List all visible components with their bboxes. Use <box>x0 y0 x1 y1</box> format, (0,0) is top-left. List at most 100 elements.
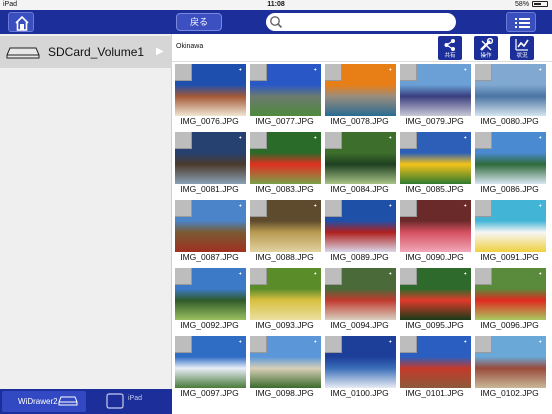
file-thumbnail[interactable]: ✦ <box>400 132 471 184</box>
select-checkbox[interactable] <box>175 268 192 285</box>
file-item[interactable]: ✦ IMG_0102.JPG <box>472 334 547 402</box>
file-item[interactable]: ✦ IMG_0085.JPG <box>397 130 472 198</box>
select-checkbox[interactable] <box>475 64 492 81</box>
file-thumbnail[interactable]: ✦ <box>325 64 396 116</box>
file-item[interactable]: ✦ IMG_0078.JPG <box>322 62 397 130</box>
file-item[interactable]: ✦ IMG_0091.JPG <box>472 198 547 266</box>
file-thumbnail[interactable]: ✦ <box>250 132 321 184</box>
file-item[interactable]: ✦ IMG_0080.JPG <box>472 62 547 130</box>
select-checkbox[interactable] <box>475 336 492 353</box>
photo-watermark-icon: ✦ <box>538 203 542 208</box>
file-thumbnail[interactable]: ✦ <box>400 200 471 252</box>
chart-icon <box>515 39 529 51</box>
select-checkbox[interactable] <box>325 64 342 81</box>
file-thumbnail[interactable]: ✦ <box>475 336 546 388</box>
select-checkbox[interactable] <box>475 200 492 217</box>
select-checkbox[interactable] <box>250 336 267 353</box>
file-thumbnail[interactable]: ✦ <box>400 64 471 116</box>
file-item[interactable]: ✦ IMG_0100.JPG <box>322 334 397 402</box>
list-menu-button[interactable] <box>506 12 536 32</box>
file-item[interactable]: ✦ IMG_0081.JPG <box>172 130 247 198</box>
select-checkbox[interactable] <box>400 64 417 81</box>
select-checkbox[interactable] <box>175 132 192 149</box>
chevron-right-icon: ▶ <box>156 46 164 57</box>
file-name: IMG_0097.JPG <box>180 388 239 398</box>
file-item[interactable]: ✦ IMG_0098.JPG <box>247 334 322 402</box>
select-checkbox[interactable] <box>400 336 417 353</box>
photo-watermark-icon: ✦ <box>388 135 392 140</box>
file-item[interactable]: ✦ IMG_0087.JPG <box>172 198 247 266</box>
photo-watermark-icon: ✦ <box>538 135 542 140</box>
file-thumbnail[interactable]: ✦ <box>325 200 396 252</box>
operation-button[interactable]: 操作 <box>474 36 498 60</box>
file-item[interactable]: ✦ IMG_0089.JPG <box>322 198 397 266</box>
file-thumbnail[interactable]: ✦ <box>400 268 471 320</box>
select-checkbox[interactable] <box>325 268 342 285</box>
file-name: IMG_0101.JPG <box>405 388 464 398</box>
file-item[interactable]: ✦ IMG_0083.JPG <box>247 130 322 198</box>
select-checkbox[interactable] <box>175 200 192 217</box>
photo-watermark-icon: ✦ <box>388 203 392 208</box>
file-item[interactable]: ✦ IMG_0088.JPG <box>247 198 322 266</box>
select-checkbox[interactable] <box>250 132 267 149</box>
file-item[interactable]: ✦ IMG_0079.JPG <box>397 62 472 130</box>
file-thumbnail[interactable]: ✦ <box>475 132 546 184</box>
back-button[interactable]: 戻る <box>176 13 222 31</box>
file-name: IMG_0100.JPG <box>330 388 389 398</box>
file-thumbnail[interactable]: ✦ <box>400 336 471 388</box>
sidebar-item-sdcard[interactable]: SDCard_Volume1 ▶ <box>0 36 172 68</box>
file-item[interactable]: ✦ IMG_0095.JPG <box>397 266 472 334</box>
file-thumbnail[interactable]: ✦ <box>175 336 246 388</box>
file-item[interactable]: ✦ IMG_0094.JPG <box>322 266 397 334</box>
file-thumbnail[interactable]: ✦ <box>250 268 321 320</box>
file-thumbnail[interactable]: ✦ <box>175 268 246 320</box>
file-thumbnail[interactable]: ✦ <box>475 64 546 116</box>
select-checkbox[interactable] <box>325 132 342 149</box>
select-checkbox[interactable] <box>250 268 267 285</box>
select-checkbox[interactable] <box>400 132 417 149</box>
file-thumbnail[interactable]: ✦ <box>325 336 396 388</box>
file-item[interactable]: ✦ IMG_0101.JPG <box>397 334 472 402</box>
photo-watermark-icon: ✦ <box>463 339 467 344</box>
photo-watermark-icon: ✦ <box>238 135 242 140</box>
file-item[interactable]: ✦ IMG_0093.JPG <box>247 266 322 334</box>
select-checkbox[interactable] <box>400 200 417 217</box>
file-item[interactable]: ✦ IMG_0076.JPG <box>172 62 247 130</box>
tab-widrawer-label: WiDrawer2 <box>18 397 58 406</box>
file-item[interactable]: ✦ IMG_0097.JPG <box>172 334 247 402</box>
file-thumbnail[interactable]: ✦ <box>325 132 396 184</box>
battery-percent: 58% <box>515 1 530 8</box>
file-item[interactable]: ✦ IMG_0086.JPG <box>472 130 547 198</box>
tab-widrawer[interactable]: WiDrawer2 <box>2 391 86 412</box>
select-checkbox[interactable] <box>250 64 267 81</box>
select-checkbox[interactable] <box>475 268 492 285</box>
select-checkbox[interactable] <box>325 200 342 217</box>
search-field[interactable] <box>266 13 456 31</box>
file-thumbnail[interactable]: ✦ <box>250 336 321 388</box>
select-checkbox[interactable] <box>475 132 492 149</box>
file-thumbnail[interactable]: ✦ <box>475 268 546 320</box>
file-thumbnail[interactable]: ✦ <box>325 268 396 320</box>
share-label: 共有 <box>444 53 456 59</box>
file-thumbnail[interactable]: ✦ <box>175 132 246 184</box>
select-checkbox[interactable] <box>175 336 192 353</box>
file-thumbnail[interactable]: ✦ <box>175 200 246 252</box>
file-thumbnail[interactable]: ✦ <box>175 64 246 116</box>
file-thumbnail[interactable]: ✦ <box>475 200 546 252</box>
file-thumbnail[interactable]: ✦ <box>250 64 321 116</box>
file-name: IMG_0085.JPG <box>405 184 464 194</box>
file-item[interactable]: ✦ IMG_0084.JPG <box>322 130 397 198</box>
share-button[interactable]: 共有 <box>438 36 462 60</box>
select-checkbox[interactable] <box>325 336 342 353</box>
file-item[interactable]: ✦ IMG_0092.JPG <box>172 266 247 334</box>
select-checkbox[interactable] <box>175 64 192 81</box>
file-item[interactable]: ✦ IMG_0077.JPG <box>247 62 322 130</box>
file-item[interactable]: ✦ IMG_0096.JPG <box>472 266 547 334</box>
home-button[interactable] <box>8 12 34 32</box>
select-checkbox[interactable] <box>400 268 417 285</box>
select-checkbox[interactable] <box>250 200 267 217</box>
file-thumbnail[interactable]: ✦ <box>250 200 321 252</box>
file-item[interactable]: ✦ IMG_0090.JPG <box>397 198 472 266</box>
tab-ipad[interactable]: iPad <box>106 393 142 414</box>
status-button[interactable]: 状況 <box>510 36 534 60</box>
